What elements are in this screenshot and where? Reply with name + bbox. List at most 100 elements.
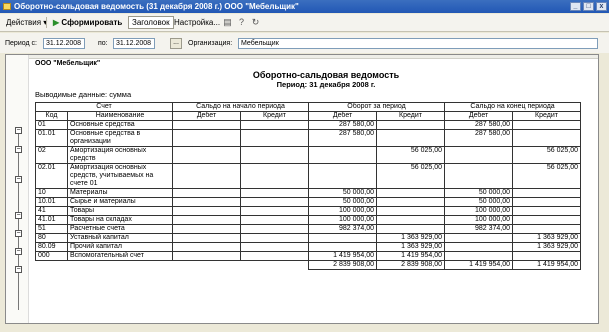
account-code-cell: 41 xyxy=(35,206,68,216)
table-row[interactable]: 01.01 Основные средства в организации 287 … xyxy=(35,129,582,147)
table-row[interactable]: 10 Материалы 50 000,00 50 000,00 xyxy=(35,188,582,198)
period-from-label: Период с: xyxy=(5,40,37,47)
opening-debit-cell xyxy=(172,146,241,164)
account-code-cell: 10 xyxy=(35,188,68,198)
outline-collapse-icon[interactable]: − xyxy=(15,176,22,183)
opening-credit-cell xyxy=(239,206,310,216)
closing-debit-cell: 982 374,00 xyxy=(444,224,514,234)
totals-empty-cell xyxy=(35,260,68,270)
help-icon[interactable]: ? xyxy=(236,17,247,28)
opening-debit-cell xyxy=(172,163,241,189)
opening-credit-cell xyxy=(239,197,310,207)
table-row[interactable]: 80 Уставный капитал 1 363 929,00 1 363 929,… xyxy=(35,233,582,243)
closing-credit-cell xyxy=(512,206,582,216)
turnover-debit-cell xyxy=(308,146,378,164)
toolbar-separator xyxy=(46,17,47,28)
account-name-cell: Товары на складах xyxy=(67,215,173,225)
copy-icon[interactable]: ▤ xyxy=(222,17,233,28)
outline-collapse-icon[interactable]: − xyxy=(15,248,22,255)
toolbar: Действия ▾ ▶ Сформировать Заголовок Наст… xyxy=(0,14,609,32)
account-code-cell: 02 xyxy=(35,146,68,164)
turnover-debit-cell: 100 000,00 xyxy=(308,215,378,225)
table-row[interactable]: 41 Товары 100 000,00 100 000,00 xyxy=(35,206,582,216)
organization-input[interactable]: Мебельщик xyxy=(238,38,598,49)
settings-button[interactable]: Настройка... xyxy=(170,16,224,29)
account-code-cell: 01.01 xyxy=(35,129,68,147)
closing-debit-cell: 50 000,00 xyxy=(444,188,514,198)
minimize-button[interactable]: _ xyxy=(570,2,581,11)
turnover-debit-cell: 287 580,00 xyxy=(308,129,378,147)
account-code-cell: 10.01 xyxy=(35,197,68,207)
table-row[interactable]: 000 Вспомогательный счет 1 419 954,00 1 419… xyxy=(35,251,582,261)
report-sheet[interactable]: − − − − − − − ООО "Мебельщик" Оборотно-с… xyxy=(5,54,599,324)
table-row[interactable]: 02.01 Амортизация основных средств, учиты… xyxy=(35,163,582,189)
header-closing-credit: Кредит xyxy=(512,111,582,121)
account-code-cell: 41.01 xyxy=(35,215,68,225)
account-name-cell: Вспомогательный счет xyxy=(67,251,173,261)
period-select-button[interactable]: ... xyxy=(170,38,182,49)
closing-debit-cell xyxy=(444,146,514,164)
maximize-button[interactable]: □ xyxy=(583,2,594,11)
outline-line xyxy=(18,130,19,310)
outline-collapse-icon[interactable]: − xyxy=(15,127,22,134)
play-icon: ▶ xyxy=(53,18,60,27)
header-toggle-button[interactable]: Заголовок xyxy=(128,16,174,29)
period-to-input[interactable]: 31.12.2008 xyxy=(113,38,155,49)
totals-empty-cell xyxy=(240,260,309,270)
turnover-debit-cell: 1 419 954,00 xyxy=(308,251,378,261)
opening-debit-cell xyxy=(172,188,241,198)
closing-debit-cell: 50 000,00 xyxy=(444,197,514,207)
vertical-scrollbar[interactable] xyxy=(600,54,608,324)
actions-menu[interactable]: Действия ▾ xyxy=(2,16,51,29)
refresh-icon[interactable]: ↻ xyxy=(250,17,261,28)
totals-turnover-credit-cell: 2 839 908,00 xyxy=(376,260,446,270)
close-button[interactable]: x xyxy=(596,2,607,11)
header-closing-balance: Сальдо на конец периода xyxy=(444,102,582,112)
outline-collapse-icon[interactable]: − xyxy=(15,146,22,153)
outline-collapse-icon[interactable]: − xyxy=(15,230,22,237)
turnover-debit-cell xyxy=(308,233,378,243)
table-row[interactable]: 51 Расчетные счета 982 374,00 982 374,00 xyxy=(35,224,582,234)
closing-debit-cell: 287 580,00 xyxy=(444,129,514,147)
table-row[interactable]: 10.01 Сырье и материалы 50 000,00 50 000,00 xyxy=(35,197,582,207)
totals-closing-debit-cell: 1 419 954,00 xyxy=(444,260,514,270)
table-row[interactable]: 01 Основные средства 287 580,00 287 580,00 xyxy=(35,120,582,130)
closing-debit-cell: 100 000,00 xyxy=(444,215,514,225)
filter-bar: Период с: 31.12.2008 по: 31.12.2008 ... … xyxy=(0,33,609,53)
account-code-cell: 51 xyxy=(35,224,68,234)
header-closing-debit: Дебет xyxy=(444,111,514,121)
turnover-credit-cell: 1 363 929,00 xyxy=(376,242,446,252)
turnover-debit-cell: 982 374,00 xyxy=(308,224,378,234)
turnover-credit-cell: 56 025,00 xyxy=(376,146,446,164)
report-title: Оборотно-сальдовая ведомость xyxy=(252,70,400,80)
turnover-credit-cell: 1 363 929,00 xyxy=(376,233,446,243)
account-name-cell: Амортизация основных средств xyxy=(67,146,173,164)
table-row[interactable]: 41.01 Товары на складах 100 000,00 100 000,… xyxy=(35,215,582,225)
table-row[interactable]: 80.09 Прочий капитал 1 363 929,00 1 363 929… xyxy=(35,242,582,252)
opening-debit-cell xyxy=(172,242,241,252)
closing-debit-cell xyxy=(444,163,514,189)
account-name-cell: Прочий капитал xyxy=(67,242,173,252)
turnover-credit-cell xyxy=(376,206,446,216)
opening-credit-cell xyxy=(239,188,310,198)
generate-button[interactable]: ▶ Сформировать xyxy=(49,16,126,29)
opening-credit-cell xyxy=(239,251,310,261)
closing-credit-cell xyxy=(512,188,582,198)
turnover-debit-cell xyxy=(308,242,378,252)
opening-credit-cell xyxy=(239,120,310,130)
period-from-input[interactable]: 31.12.2008 xyxy=(43,38,85,49)
opening-credit-cell xyxy=(239,163,310,189)
opening-debit-cell xyxy=(172,120,241,130)
outline-collapse-icon[interactable]: − xyxy=(15,266,22,273)
closing-credit-cell xyxy=(512,215,582,225)
header-opening-balance: Сальдо на начало периода xyxy=(171,102,310,112)
opening-debit-cell xyxy=(172,129,241,147)
account-name-cell: Материалы xyxy=(67,188,173,198)
account-name-cell: Уставный капитал xyxy=(67,233,173,243)
table-row[interactable]: 02 Амортизация основных средств 56 025,00 5… xyxy=(35,146,582,164)
header-turnover-credit: Кредит xyxy=(376,111,446,121)
opening-debit-cell xyxy=(172,233,241,243)
turnover-debit-cell xyxy=(308,163,378,189)
outline-collapse-icon[interactable]: − xyxy=(15,212,22,219)
totals-empty-cell xyxy=(172,260,241,270)
